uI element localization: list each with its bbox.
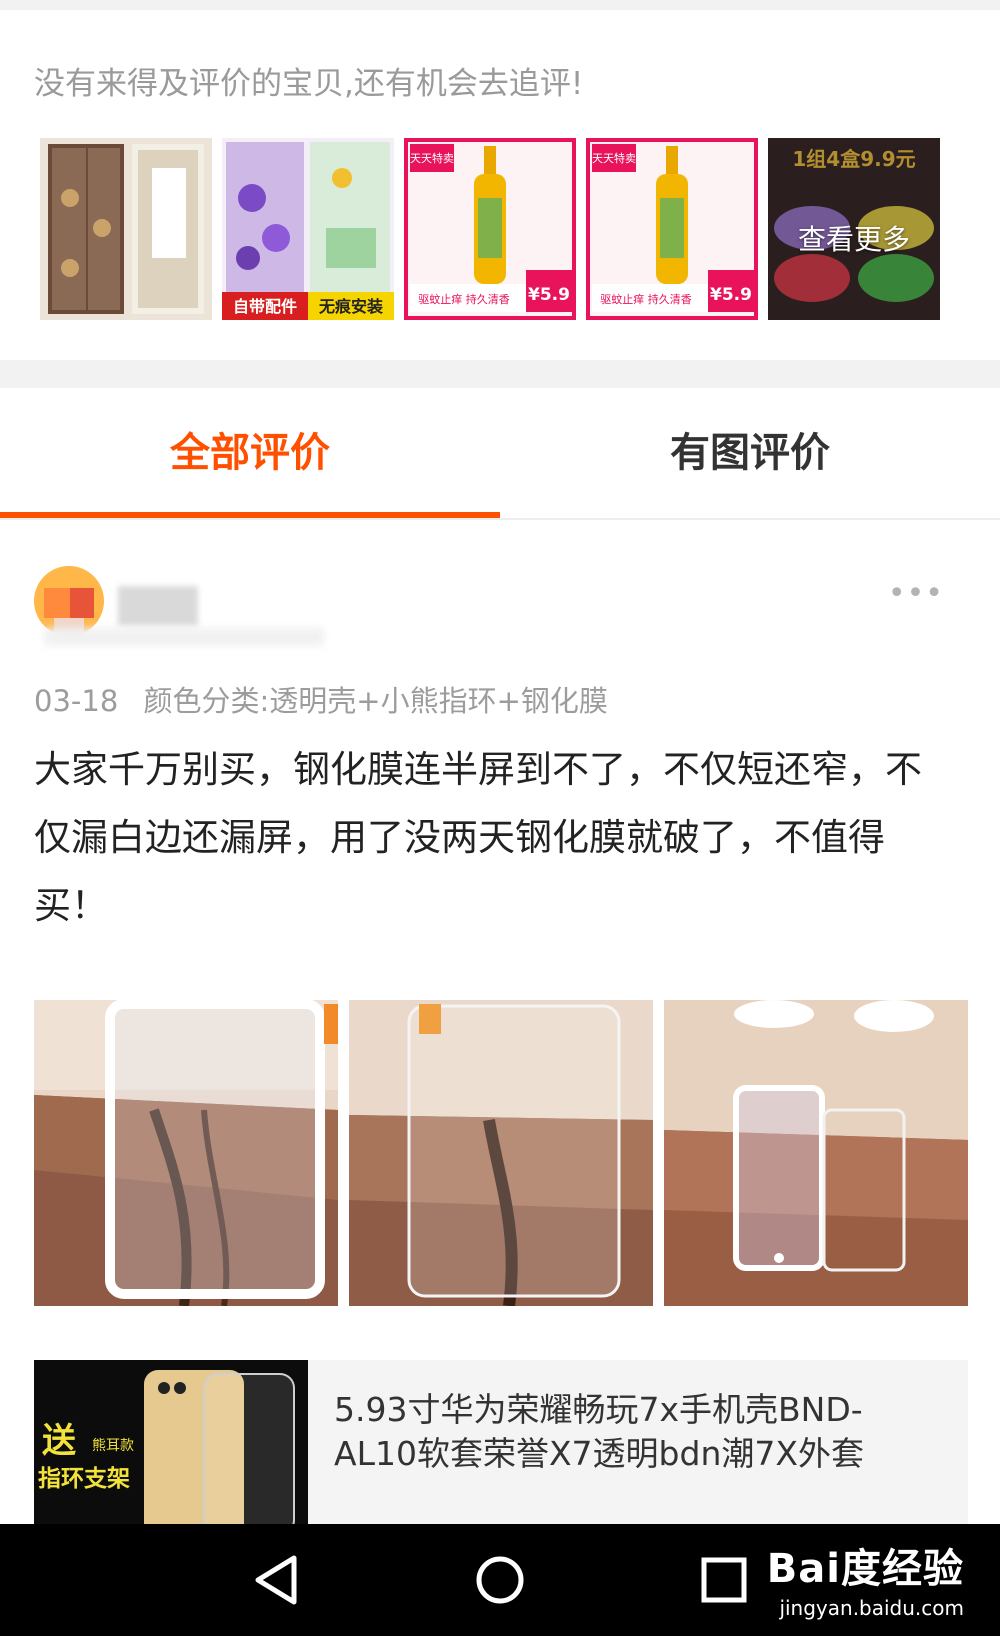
review-photo-3[interactable]: [664, 1000, 968, 1306]
username-redacted: [118, 586, 198, 626]
active-tab-indicator: [0, 512, 500, 518]
avatar[interactable]: [34, 566, 104, 636]
product-link-card[interactable]: 送 熊耳款 指环支架 5.93寸华为荣耀畅玩7x手机壳BND-AL10软套荣誉X…: [34, 1360, 968, 1524]
tab-photo-reviews[interactable]: 有图评价: [500, 388, 1000, 518]
top-strip: [0, 0, 1000, 10]
product-image: 送 熊耳款 指环支架: [34, 1360, 308, 1524]
product-title: 5.93寸华为荣耀畅玩7x手机壳BND-AL10软套荣誉X7透明bdn潮7X外套: [334, 1390, 864, 1473]
svg-text:天天特卖: 天天特卖: [592, 151, 636, 165]
svg-text:¥5.9: ¥5.9: [528, 285, 570, 305]
username-redacted-2: [44, 628, 324, 646]
svg-text:无痕安装: 无痕安装: [318, 297, 383, 316]
svg-text:天天特卖: 天天特卖: [410, 151, 454, 165]
review-date: 03-18: [34, 684, 119, 718]
home-icon[interactable]: [470, 1552, 530, 1608]
promo-ring: 指环支架: [38, 1466, 130, 1492]
thumb-flower-curtain[interactable]: 自带配件 无痕安装: [222, 138, 394, 320]
review-text: 大家千万别买，钢化膜连半屏到不了，不仅短还窄，不仅漏白边还漏屏，用了没两天钢化膜…: [34, 748, 922, 927]
more-options-icon[interactable]: •••: [888, 576, 944, 611]
followup-card: 没有来得及评价的宝贝,还有机会去追评! 自带配件 无痕安装 天天特卖 ¥5.9 …: [0, 10, 1000, 360]
svg-text:驱蚊止痒 持久清香: 驱蚊止痒 持久清香: [418, 292, 510, 306]
svg-text:自带配件: 自带配件: [233, 297, 297, 316]
reviews-card: 全部评价 有图评价 ••• 03-18 颜色分类:透明壳+小熊指环+钢化膜 大家…: [0, 388, 1000, 1524]
back-icon[interactable]: [248, 1552, 308, 1608]
baidu-watermark: Bai度经验 jingyan.baidu.com: [767, 1536, 964, 1620]
recents-icon[interactable]: [694, 1552, 754, 1608]
review-photo-1[interactable]: [34, 1000, 338, 1306]
watermark-url: jingyan.baidu.com: [779, 1596, 964, 1620]
svg-text:驱蚊止痒 持久清香: 驱蚊止痒 持久清香: [600, 292, 692, 306]
followup-prompt[interactable]: 没有来得及评价的宝贝,还有机会去追评!: [34, 58, 583, 103]
followup-thumbnails: 自带配件 无痕安装 天天特卖 ¥5.9 驱蚊止痒 持久清香 天天特卖 ¥5.9 …: [0, 138, 1000, 322]
thumb-door-curtain[interactable]: [40, 138, 212, 320]
watermark-brand: Bai度经验: [766, 1546, 964, 1592]
svg-text:¥5.9: ¥5.9: [710, 285, 752, 305]
thumb-spray-2[interactable]: 天天特卖 ¥5.9 驱蚊止痒 持久清香: [586, 138, 758, 320]
promo-ear: 熊耳款: [92, 1438, 134, 1454]
view-more-label[interactable]: 查看更多: [768, 218, 940, 258]
review-variant: 颜色分类:透明壳+小熊指环+钢化膜: [143, 684, 608, 718]
review-tabs: 全部评价 有图评价: [0, 388, 1000, 520]
tab-all-reviews[interactable]: 全部评价: [0, 388, 500, 518]
review-meta: 03-18 颜色分类:透明壳+小熊指环+钢化膜: [34, 678, 608, 720]
promo-gift: 送: [42, 1421, 76, 1461]
review-photo-2[interactable]: [349, 1000, 653, 1306]
thumb-gel-jars[interactable]: 1组4盒9.9元 查看更多: [768, 138, 940, 320]
system-navbar: Bai度经验 jingyan.baidu.com: [0, 1524, 1000, 1636]
review-photos: [34, 1000, 968, 1306]
thumb-spray-1[interactable]: 天天特卖 ¥5.9 驱蚊止痒 持久清香: [404, 138, 576, 320]
